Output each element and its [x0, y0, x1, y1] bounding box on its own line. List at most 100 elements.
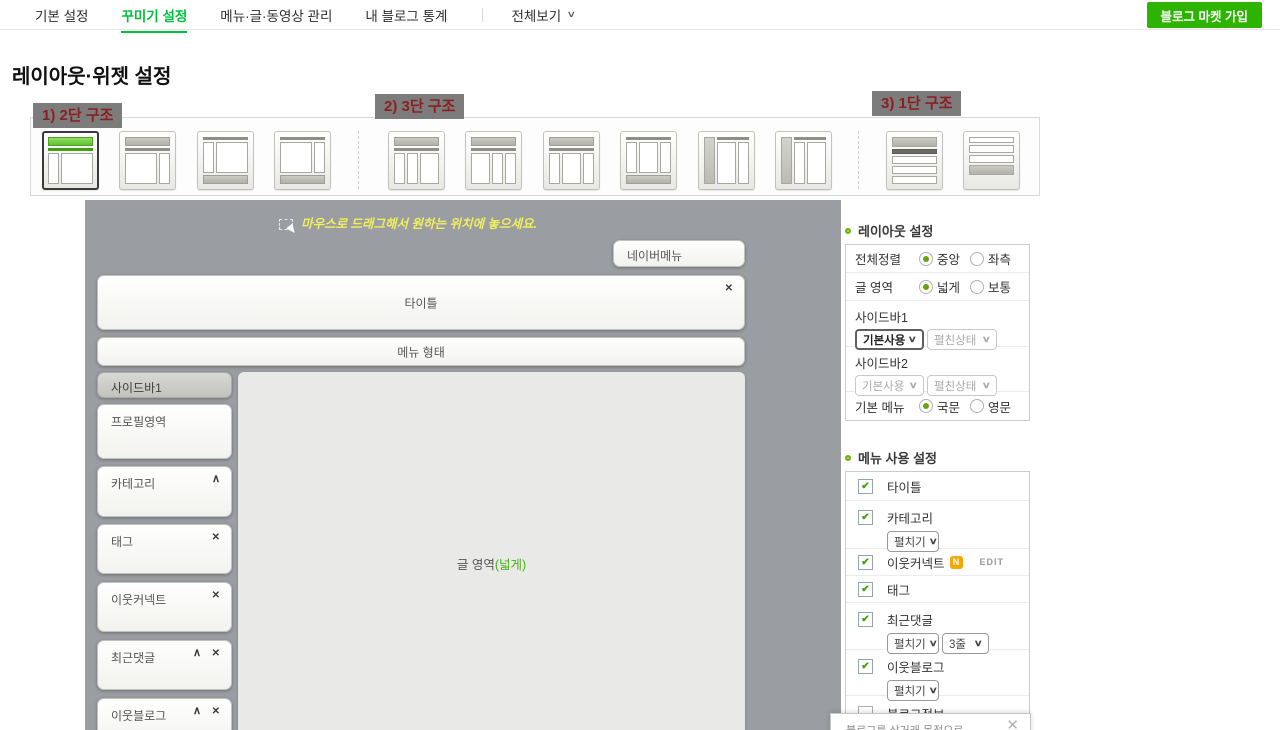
annotation-one-column: 3) 1단 구조 [872, 91, 961, 116]
checkbox-neighbor-connect[interactable]: ✔ [858, 555, 873, 570]
edit-link[interactable]: EDIT [979, 557, 1004, 567]
checkbox-neighbor-blog[interactable]: ✔ [858, 659, 873, 674]
layout-thumbnail-10[interactable] [775, 131, 832, 190]
sidebar2-row: 사이드바2 기본사용 ∨ 펼친상태 ∨ [846, 347, 1029, 392]
chevron-down-icon: ∨ [566, 9, 576, 20]
view-all-dropdown[interactable]: 전체보기 ∨ [511, 5, 574, 25]
close-icon[interactable]: ✕ [212, 591, 220, 601]
menu-usage-label: 최근댓글 [887, 610, 933, 629]
widget-recent-comments[interactable]: 최근댓글 ∧ ✕ [97, 640, 232, 690]
select-arrow-icon: ∨ [982, 380, 991, 391]
checkbox-category[interactable]: ✔ [858, 510, 873, 525]
widget-sidebar1[interactable]: 사이드바1 [97, 372, 232, 398]
widget-tag[interactable]: 태그 ✕ [97, 524, 232, 574]
layout-thumbnail-11[interactable] [886, 131, 943, 190]
widget-neighbor-blog[interactable]: 이웃블로그 ∧ ✕ [97, 698, 232, 730]
select-arrow-icon: ∨ [908, 334, 917, 345]
menu-usage-row-category: ✔ 카테고리 펼치기 ∨ [846, 501, 1029, 549]
thumbnail-group-divider [358, 131, 359, 189]
sidebar1-setting-label: 사이드바1 [855, 307, 1020, 326]
radio-menu-korean[interactable]: 국문 [919, 397, 960, 416]
select-arrow-icon: ∨ [982, 334, 991, 345]
section-bullet-icon [845, 228, 851, 234]
layout-settings-heading: 레이아웃 설정 [845, 221, 933, 240]
sidebar2-setting-label: 사이드바2 [855, 353, 1020, 372]
radio-align-center[interactable]: 중앙 [919, 249, 960, 268]
layout-thumbnail-4[interactable] [274, 131, 331, 190]
collapse-icon[interactable]: ∧ [193, 648, 201, 659]
drag-hint: 마우스로 드래그해서 원하는 위치에 놓으세요. [85, 213, 731, 232]
sidebar1-row: 사이드바1 기본사용 ∨ 펼친상태 ∨ [846, 301, 1029, 347]
collapse-icon[interactable]: ∧ [212, 474, 220, 485]
checkbox-title[interactable]: ✔ [858, 479, 873, 494]
radio-icon[interactable] [970, 280, 984, 294]
new-badge: N [950, 556, 963, 569]
blog-layout-settings-screen: 기본 설정 꾸미기 설정 메뉴·글·동영상 관리 내 블로그 통계 전체보기 ∨… [0, 0, 1280, 730]
widget-label: 메뉴 형태 [98, 343, 744, 360]
layout-thumbnail-2[interactable] [119, 131, 176, 190]
layout-thumbnail-8[interactable] [620, 131, 677, 190]
post-area-label: 글 영역(넓게) [238, 554, 745, 573]
layout-thumbnail-7[interactable] [543, 131, 600, 190]
radio-icon[interactable] [919, 280, 933, 294]
radio-align-left[interactable]: 좌측 [970, 249, 1011, 268]
layout-thumbnail-1[interactable] [42, 131, 99, 190]
widget-profile[interactable]: 프로필영역 [97, 404, 232, 459]
popup-close-icon[interactable]: ✕ [1006, 716, 1019, 730]
menu-usage-label: 이웃커넥트 [887, 553, 945, 572]
blog-market-join-button[interactable]: 블로그 마켓 가입 [1147, 2, 1262, 28]
radio-post-normal[interactable]: 보통 [970, 277, 1011, 296]
select-arrow-icon: ∨ [928, 638, 937, 649]
close-icon[interactable]: ✕ [212, 707, 220, 717]
layout-thumbnail-6[interactable] [465, 131, 522, 190]
layout-settings-box: 전체정렬 중앙 좌측 글 영역 넓게 보통 사이드바1 [845, 244, 1030, 421]
layout-thumbnail-9[interactable] [698, 131, 755, 190]
post-area-mode: (넓게) [495, 558, 526, 572]
layout-thumbnail-12[interactable] [963, 131, 1020, 190]
thumbnail-group-divider [858, 131, 859, 189]
close-icon[interactable]: ✕ [212, 533, 220, 543]
menu-usage-row-neighbor-connect: ✔ 이웃커넥트 N EDIT [846, 549, 1029, 576]
nav-tab-decorate-settings[interactable]: 꾸미기 설정 [121, 5, 187, 25]
view-all-label: 전체보기 [511, 5, 561, 25]
radio-icon[interactable] [970, 399, 984, 413]
menu-usage-row-neighbor-blog: ✔ 이웃블로그 펼치기 ∨ [846, 650, 1029, 696]
align-row: 전체정렬 중앙 좌측 [846, 245, 1029, 273]
nav-tab-basic-settings[interactable]: 기본 설정 [35, 5, 88, 25]
close-icon[interactable]: ✕ [212, 649, 220, 659]
base-menu-row: 기본 메뉴 국문 영문 [846, 392, 1029, 420]
widget-title[interactable]: 타이틀 ✕ [97, 275, 745, 330]
checkbox-recent-comments[interactable]: ✔ [858, 612, 873, 627]
widget-neighbor-connect[interactable]: 이웃커넥트 ✕ [97, 582, 232, 632]
nav-tab-menu-post-video[interactable]: 메뉴·글·동영상 관리 [220, 5, 332, 25]
widget-post-area[interactable]: 글 영역(넓게) [238, 372, 745, 730]
menu-usage-label: 태그 [887, 580, 910, 599]
select-arrow-icon: ∨ [974, 638, 983, 649]
menu-usage-label: 이웃블로그 [887, 657, 945, 676]
nav-divider [482, 8, 483, 22]
layout-thumbnail-5[interactable] [388, 131, 445, 190]
widget-label: 사이드바1 [111, 379, 162, 396]
post-area-row: 글 영역 넓게 보통 [846, 273, 1029, 301]
widget-menu-shape[interactable]: 메뉴 형태 [97, 337, 745, 366]
radio-icon[interactable] [970, 252, 984, 266]
collapse-icon[interactable]: ∧ [193, 706, 201, 717]
menu-usage-row-recent-comments: ✔ 최근댓글 펼치기 ∨ 3줄 ∨ [846, 603, 1029, 650]
radio-icon[interactable] [919, 399, 933, 413]
radio-icon[interactable] [919, 252, 933, 266]
nav-tab-blog-stats[interactable]: 내 블로그 통계 [365, 5, 447, 25]
widget-category[interactable]: 카테고리 ∧ [97, 466, 232, 517]
widget-naver-menu[interactable]: 네이버메뉴 [613, 240, 745, 267]
widget-label: 타이틀 [98, 294, 744, 311]
radio-post-wide[interactable]: 넓게 [919, 277, 960, 296]
bottom-notice-popup: 블로그를 상거래 목적으로 ✕ [830, 713, 1031, 730]
radio-menu-english[interactable]: 영문 [970, 397, 1011, 416]
widget-label: 이웃커넥트 [111, 591, 166, 608]
widget-label: 네이버메뉴 [627, 247, 682, 264]
layout-thumbnail-3[interactable] [197, 131, 254, 190]
checkbox-tag[interactable]: ✔ [858, 582, 873, 597]
select-arrow-icon: ∨ [928, 536, 937, 547]
menu-usage-row-tag: ✔ 태그 [846, 576, 1029, 603]
widget-label: 이웃블로그 [111, 707, 166, 724]
close-icon[interactable]: ✕ [725, 284, 733, 294]
